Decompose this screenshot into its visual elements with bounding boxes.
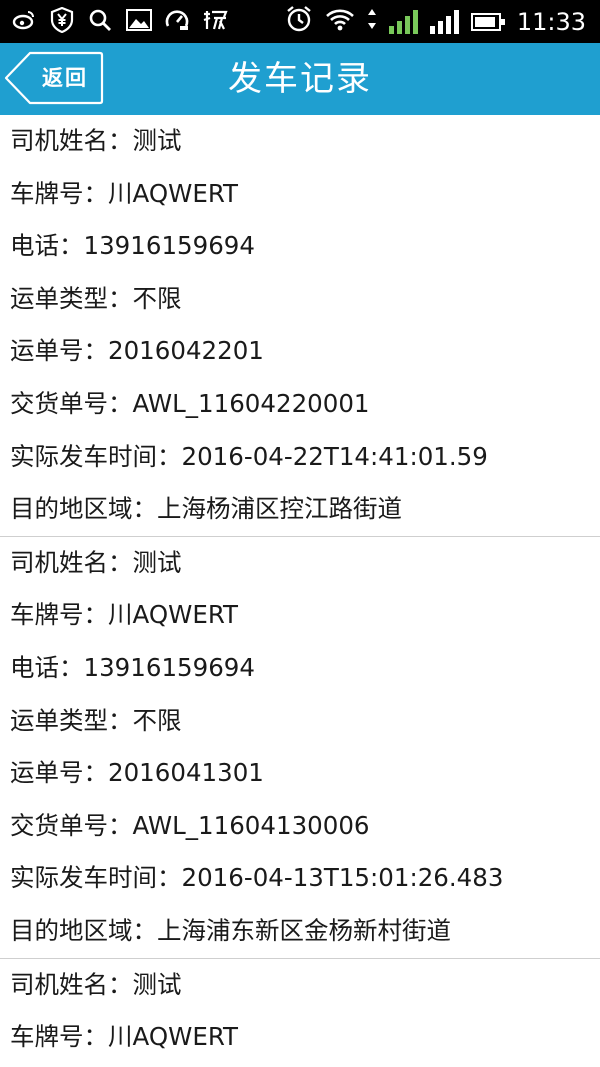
phone-label: 电话： xyxy=(10,652,84,682)
destination-area-value: 上海杨浦区控江路街道 xyxy=(157,494,402,524)
destination-area-row: 目的地区域：上海浦东新区金杨新村街道 xyxy=(0,905,600,958)
destination-area-row: 目的地区域：上海杨浦区控江路街道 xyxy=(0,483,600,536)
alarm-icon xyxy=(285,5,313,39)
driver-name-value: 测试 xyxy=(132,969,182,999)
driver-name-label: 司机姓名： xyxy=(10,126,133,155)
driver-name-label: 司机姓名： xyxy=(10,547,133,577)
plate-number-value: 川AQWERT xyxy=(108,600,239,630)
destination-area-label: 目的地区域： xyxy=(10,915,157,945)
wifi-icon xyxy=(325,7,355,37)
plate-number-row: 车牌号：川AQWERT xyxy=(0,589,600,642)
dispatch-record[interactable]: 司机姓名：测试 车牌号：川AQWERT 电话：13916159694 运单类型：… xyxy=(0,537,600,959)
delivery-number-row: 交货单号：AWL_11604130006 xyxy=(0,800,600,853)
back-button[interactable]: 返回 xyxy=(4,51,104,105)
waybill-type-value: 不限 xyxy=(132,705,182,735)
delivery-number-label: 交货单号： xyxy=(10,810,133,840)
signal-1-icon xyxy=(388,10,418,34)
driver-name-row: 司机姓名：测试 xyxy=(0,959,600,1012)
phone-row: 电话：13916159694 xyxy=(0,642,600,695)
status-bar: 11:33 xyxy=(0,0,600,43)
dispatch-record-list[interactable]: 司机姓名：测试 车牌号：川AQWERT 电话：13916159694 运单类型：… xyxy=(0,115,600,1067)
waybill-number-row: 运单号：2016041301 xyxy=(0,747,600,800)
title-bar: 返回 发车记录 xyxy=(0,43,600,115)
destination-area-label: 目的地区域： xyxy=(10,494,157,524)
driver-name-value: 测试 xyxy=(132,547,182,577)
data-arrows-icon xyxy=(367,8,377,36)
plate-number-label: 车牌号： xyxy=(10,1022,108,1052)
driver-name-row: 司机姓名：测试 xyxy=(0,115,600,168)
delivery-number-value: AWL_11604130006 xyxy=(132,810,370,840)
status-clock: 11:33 xyxy=(516,8,586,36)
plate-number-row: 车牌号：川AQWERT xyxy=(0,1011,600,1064)
signal-2-icon xyxy=(429,10,459,34)
plate-number-label: 车牌号： xyxy=(10,178,108,208)
departure-time-label: 实际发车时间： xyxy=(10,863,182,893)
destination-area-value: 上海浦东新区金杨新村街道 xyxy=(157,915,451,945)
plate-number-label: 车牌号： xyxy=(10,600,108,630)
weibo-icon xyxy=(12,8,36,37)
departure-time-row: 实际发车时间：2016-04-13T15:01:26.483 xyxy=(0,852,600,905)
speed-icon xyxy=(164,8,189,37)
waybill-number-value: 2016042201 xyxy=(108,336,264,366)
battery-icon xyxy=(470,13,505,31)
phone-label: 电话： xyxy=(10,231,84,261)
driver-name-value: 测试 xyxy=(132,126,182,155)
phone-row: 电话：13916159694 xyxy=(0,220,600,273)
waybill-type-row: 运单类型：不限 xyxy=(0,273,600,326)
departure-time-value: 2016-04-13T15:01:26.483 xyxy=(181,863,504,893)
delivery-number-label: 交货单号： xyxy=(10,388,133,418)
image-icon xyxy=(126,8,152,36)
delivery-number-value: AWL_11604220001 xyxy=(132,388,370,418)
taobao-icon xyxy=(202,8,228,37)
waybill-type-value: 不限 xyxy=(132,283,182,313)
delivery-number-row: 交货单号：AWL_11604220001 xyxy=(0,378,600,431)
departure-time-value: 2016-04-22T14:41:01.59 xyxy=(181,441,488,471)
waybill-type-row: 运单类型：不限 xyxy=(0,695,600,748)
driver-name-row: 司机姓名：测试 xyxy=(0,537,600,590)
waybill-type-label: 运单类型： xyxy=(10,283,133,313)
dispatch-record[interactable]: 司机姓名：测试 车牌号：川AQWERT 电话：13916159694 运单类型：… xyxy=(0,115,600,537)
phone-value: 13916159694 xyxy=(83,652,255,682)
phone-value: 13916159694 xyxy=(83,231,255,261)
plate-number-value: 川AQWERT xyxy=(108,1022,239,1052)
waybill-number-value: 2016041301 xyxy=(108,758,264,788)
yen-shield-icon xyxy=(50,6,74,38)
plate-number-row: 车牌号：川AQWERT xyxy=(0,168,600,221)
notification-icons xyxy=(12,6,228,38)
waybill-type-label: 运单类型： xyxy=(10,705,133,735)
dispatch-record[interactable]: 司机姓名：测试 车牌号：川AQWERT xyxy=(0,959,600,1064)
waybill-number-row: 运单号：2016042201 xyxy=(0,325,600,378)
departure-time-label: 实际发车时间： xyxy=(10,441,182,471)
waybill-number-label: 运单号： xyxy=(10,336,108,366)
plate-number-value: 川AQWERT xyxy=(108,178,239,208)
search-icon xyxy=(88,8,112,37)
departure-time-row: 实际发车时间：2016-04-22T14:41:01.59 xyxy=(0,431,600,484)
system-status-icons: 11:33 xyxy=(285,6,586,38)
back-button-label: 返回 xyxy=(42,66,88,90)
driver-name-label: 司机姓名： xyxy=(10,969,133,999)
waybill-number-label: 运单号： xyxy=(10,758,108,788)
